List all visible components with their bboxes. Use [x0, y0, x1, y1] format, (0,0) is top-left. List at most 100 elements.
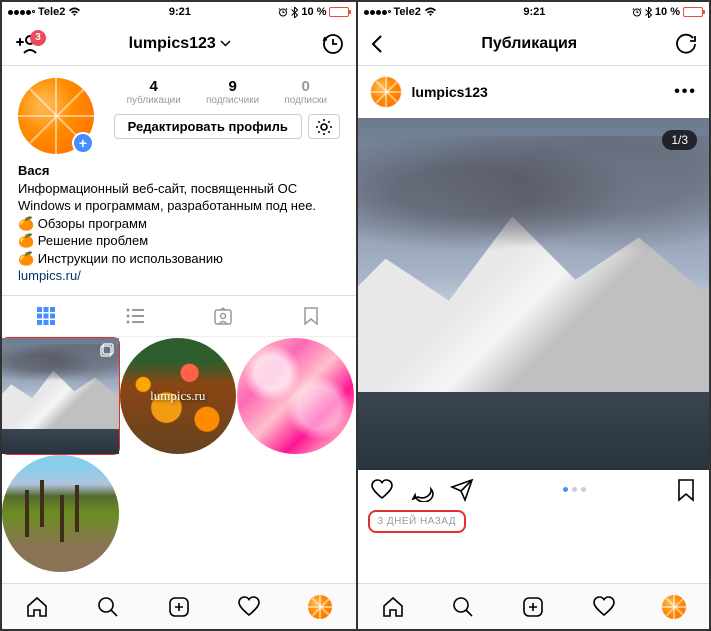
- grid-post-1[interactable]: [2, 338, 119, 455]
- alarm-icon: [632, 7, 642, 17]
- battery-percent: 10 %: [655, 6, 680, 18]
- list-icon: [125, 306, 145, 326]
- home-icon: [25, 595, 49, 619]
- home-icon: [381, 595, 405, 619]
- page-title: Публикация: [481, 35, 577, 53]
- battery-percent: 10 %: [301, 6, 326, 18]
- add-post-icon: [167, 595, 191, 619]
- battery-icon: [683, 7, 703, 17]
- tab-search[interactable]: [428, 584, 498, 629]
- add-post-icon: [521, 595, 545, 619]
- share-button[interactable]: [450, 478, 474, 502]
- bluetooth-icon: [645, 7, 652, 18]
- tab-activity[interactable]: [214, 584, 285, 629]
- tab-add-post[interactable]: [143, 584, 214, 629]
- post-author-username[interactable]: lumpics123: [412, 84, 665, 100]
- comment-icon: [410, 478, 434, 502]
- post-timestamp: 3 ДНЕЙ НАЗАД: [368, 510, 467, 533]
- username-label: lumpics123: [129, 35, 216, 53]
- grid-post-3[interactable]: [237, 338, 354, 455]
- publication-screen: Tele2 9:21 10 % Публикация lumpics123 ••…: [356, 2, 710, 629]
- tab-profile[interactable]: [285, 584, 356, 629]
- bio-line-1: Информационный веб-сайт, посвященный ОС …: [18, 180, 340, 215]
- carrier-label: Tele2: [38, 6, 65, 18]
- refresh-button[interactable]: [675, 33, 697, 55]
- status-time: 9:21: [523, 6, 545, 18]
- back-button[interactable]: [370, 34, 384, 54]
- save-button[interactable]: [675, 478, 697, 502]
- battery-icon: [329, 7, 349, 17]
- tab-tagged[interactable]: [179, 296, 267, 336]
- status-bar: Tele2 9:21 10 %: [2, 2, 356, 22]
- heart-icon: [370, 478, 394, 502]
- display-name: Вася: [18, 162, 340, 180]
- send-icon: [450, 478, 474, 502]
- profile-avatar[interactable]: +: [18, 78, 94, 154]
- comment-button[interactable]: [410, 478, 434, 502]
- wifi-icon: [424, 7, 437, 17]
- post-image[interactable]: 1/3: [358, 118, 710, 470]
- signal-icon: [8, 10, 35, 15]
- tab-add-post[interactable]: [498, 584, 568, 629]
- stat-posts[interactable]: 4 публикации: [127, 78, 181, 106]
- settings-button[interactable]: [308, 114, 340, 139]
- tab-home[interactable]: [358, 584, 428, 629]
- publication-nav-header: Публикация: [358, 22, 710, 66]
- wifi-icon: [68, 7, 81, 17]
- tab-search[interactable]: [73, 584, 144, 629]
- tab-profile[interactable]: [639, 584, 709, 629]
- discover-people-button[interactable]: 3: [14, 34, 38, 54]
- profile-screen: Tele2 9:21 10 % 3 lumpics123 +: [2, 2, 356, 629]
- bio-line-2: 🍊 Обзоры программ: [18, 215, 340, 233]
- bio-line-4: 🍊 Инструкции по использованию: [18, 250, 340, 268]
- post-author-avatar[interactable]: [370, 76, 402, 108]
- profile-username-dropdown[interactable]: lumpics123: [129, 35, 231, 53]
- stat-following[interactable]: 0 подписки: [284, 78, 327, 106]
- tab-home[interactable]: [2, 584, 73, 629]
- status-time: 9:21: [169, 6, 191, 18]
- chevron-left-icon: [370, 34, 384, 54]
- search-icon: [451, 595, 475, 619]
- grid-icon: [36, 306, 56, 326]
- refresh-icon: [675, 33, 697, 55]
- profile-header-section: + 4 публикации 9 подписчики 0 подписки Р…: [2, 66, 356, 162]
- profile-avatar-icon: [308, 595, 332, 619]
- search-icon: [96, 595, 120, 619]
- carousel-icon: [100, 343, 114, 357]
- timestamp-row: 3 ДНЕЙ НАЗАД: [358, 506, 710, 543]
- add-story-icon[interactable]: +: [72, 132, 94, 154]
- tagged-icon: [213, 306, 233, 326]
- tab-activity[interactable]: [568, 584, 638, 629]
- like-button[interactable]: [370, 478, 394, 502]
- post-header: lumpics123 •••: [358, 66, 710, 118]
- edit-profile-button[interactable]: Редактировать профиль: [114, 114, 302, 139]
- notif-badge: 3: [30, 30, 46, 46]
- bio-line-3: 🍊 Решение проблем: [18, 232, 340, 250]
- archive-button[interactable]: [322, 33, 344, 55]
- tab-saved[interactable]: [267, 296, 355, 336]
- profile-tab-strip: [2, 295, 356, 337]
- carousel-counter-badge: 1/3: [662, 130, 697, 150]
- grid-post-4[interactable]: [2, 455, 119, 572]
- bottom-tab-bar: [358, 583, 710, 629]
- bookmark-icon: [675, 478, 697, 502]
- gear-icon: [315, 118, 333, 136]
- chevron-down-icon: [220, 40, 231, 47]
- carousel-pager-dots: [563, 487, 586, 492]
- post-actions-row: [358, 470, 710, 506]
- grid-logo-text: lumpics.ru: [150, 388, 205, 404]
- post-more-button[interactable]: •••: [674, 83, 697, 101]
- bottom-tab-bar: [2, 583, 356, 629]
- signal-icon: [364, 10, 391, 15]
- grid-post-2[interactable]: lumpics.ru: [120, 338, 237, 455]
- heart-icon: [237, 595, 261, 619]
- bluetooth-icon: [291, 7, 298, 18]
- bio-link[interactable]: lumpics.ru/: [18, 267, 340, 285]
- stat-followers[interactable]: 9 подписчики: [206, 78, 259, 106]
- carrier-label: Tele2: [394, 6, 421, 18]
- tab-list[interactable]: [90, 296, 178, 336]
- alarm-icon: [278, 7, 288, 17]
- profile-nav-header: 3 lumpics123: [2, 22, 356, 66]
- tab-grid[interactable]: [2, 296, 90, 336]
- heart-icon: [592, 595, 616, 619]
